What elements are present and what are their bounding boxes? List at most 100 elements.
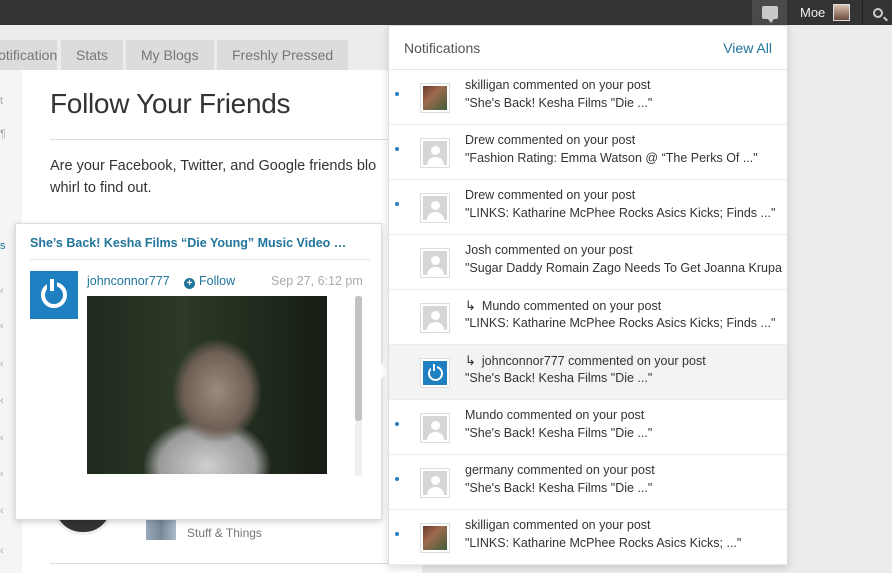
notification-item[interactable]: Mundo commented on your post "She's Back!… xyxy=(389,400,787,455)
notification-summary: Drew commented on your post xyxy=(465,133,635,147)
blog-name[interactable]: Stuff & Things xyxy=(187,526,262,540)
sidebar-fragment: ‹ xyxy=(0,285,4,297)
notification-text: Drew commented on your post xyxy=(465,188,636,202)
sidebar-fragment: ‹ xyxy=(0,505,4,517)
page-title: Follow Your Friends xyxy=(50,88,291,119)
intro-line-2: whirl to find out. xyxy=(50,180,152,196)
notifications-header: Notifications View All xyxy=(389,26,787,70)
notification-summary: ↳ johnconnor777 commented on your post xyxy=(465,353,706,369)
notification-post-title: "She's Back! Kesha Films "Die ..." xyxy=(465,371,653,385)
notification-item[interactable]: ↳ Mundo commented on your post "LINKS: Kat… xyxy=(389,290,787,345)
divider xyxy=(30,259,370,260)
notification-post-title: "LINKS: Katharine McPhee Rocks Asics Kic… xyxy=(465,536,742,550)
commenter-avatar[interactable] xyxy=(30,271,78,319)
divider xyxy=(50,139,390,140)
sidebar-fragment: t xyxy=(0,95,4,107)
notification-avatar xyxy=(420,303,450,333)
notification-text: Mundo commented on your post xyxy=(481,299,662,313)
notifications-panel: Notifications View All skilligan comment… xyxy=(388,25,788,565)
notification-summary: skilligan commented on your post xyxy=(465,78,651,92)
commenter-username[interactable]: johnconnor777 xyxy=(87,274,170,288)
post-title-link[interactable]: She’s Back! Kesha Films “Die Young” Musi… xyxy=(30,236,346,250)
comment-preview-card: She’s Back! Kesha Films “Die Young” Musi… xyxy=(15,223,382,520)
notification-item[interactable]: Drew commented on your post "LINKS: Katha… xyxy=(389,180,787,235)
notification-post-title: "She's Back! Kesha Films "Die ..." xyxy=(465,96,653,110)
notification-post-title: "She's Back! Kesha Films "Die ..." xyxy=(465,481,653,495)
scrollbar[interactable] xyxy=(355,296,362,476)
notification-post-title: "LINKS: Katharine McPhee Rocks Asics Kic… xyxy=(465,206,776,220)
plus-icon: + xyxy=(184,278,195,289)
unread-dot-icon xyxy=(395,147,399,151)
notification-text: germany commented on your post xyxy=(465,463,655,477)
tab-notifications[interactable]: Notifications xyxy=(0,40,57,70)
unread-dot-icon xyxy=(395,422,399,426)
blog-thumbnail xyxy=(146,520,176,540)
notification-avatar xyxy=(420,413,450,443)
user-name: Moe xyxy=(800,5,826,20)
notification-avatar xyxy=(420,248,450,278)
notifications-title: Notifications xyxy=(404,40,481,56)
sidebar-fragment: ‹ xyxy=(0,468,4,480)
notification-summary: Drew commented on your post xyxy=(465,188,635,202)
notification-post-title: "LINKS: Katharine McPhee Rocks Asics Kic… xyxy=(465,316,776,330)
tab-stats[interactable]: Stats xyxy=(61,40,123,70)
notification-avatar xyxy=(420,523,450,553)
user-menu[interactable]: Moe xyxy=(790,0,860,25)
comment-image xyxy=(87,296,327,474)
notification-text: skilligan commented on your post xyxy=(465,78,651,92)
notification-summary: skilligan commented on your post xyxy=(465,518,651,532)
notification-text: skilligan commented on your post xyxy=(465,518,651,532)
notification-post-title: "She's Back! Kesha Films "Die ..." xyxy=(465,426,653,440)
comment-bubble-icon xyxy=(761,6,778,23)
sidebar-fragment: ‹ xyxy=(0,358,4,370)
sidebar-fragment: ‹ xyxy=(0,432,4,444)
notifications-button[interactable] xyxy=(752,0,787,25)
sidebar-fragment: ¶ xyxy=(0,128,6,140)
follow-label: Follow xyxy=(199,274,236,288)
notification-avatar xyxy=(420,468,450,498)
unread-dot-icon xyxy=(395,532,399,536)
notification-summary: Mundo commented on your post xyxy=(465,408,644,422)
divider xyxy=(50,563,390,564)
user-avatar xyxy=(833,4,851,21)
notification-text: Drew commented on your post xyxy=(465,133,636,147)
notification-item[interactable]: ↳ johnconnor777 commented on your post "Sh… xyxy=(389,345,787,400)
search-icon xyxy=(872,7,883,18)
unread-dot-icon xyxy=(395,477,399,481)
notification-summary: Josh commented on your post xyxy=(465,243,632,257)
notification-avatar xyxy=(420,358,450,388)
notification-text: Josh commented on your post xyxy=(465,243,633,257)
notification-post-title: "Sugar Daddy Romain Zago Needs To Get Jo… xyxy=(465,261,782,275)
notification-post-title: "Fashion Rating: Emma Watson @ “The Perk… xyxy=(465,151,758,165)
search-button[interactable] xyxy=(862,0,892,25)
reply-icon: ↳ xyxy=(465,353,476,368)
notification-avatar xyxy=(420,138,450,168)
notification-item[interactable]: Josh commented on your post "Sugar Daddy … xyxy=(389,235,787,290)
power-icon xyxy=(41,279,67,308)
notification-summary: germany commented on your post xyxy=(465,463,655,477)
follow-button[interactable]: + Follow xyxy=(184,274,235,289)
view-all-link[interactable]: View All xyxy=(723,40,772,56)
notification-avatar xyxy=(420,83,450,113)
notification-summary: ↳ Mundo commented on your post xyxy=(465,298,661,314)
tab-freshly-pressed[interactable]: Freshly Pressed xyxy=(217,40,349,70)
scrollbar-thumb[interactable] xyxy=(355,296,362,421)
sidebar-fragment: s xyxy=(0,240,6,252)
notification-text: Mundo commented on your post xyxy=(465,408,645,422)
notification-item[interactable]: germany commented on your post "She's Bac… xyxy=(389,455,787,510)
intro-line-1: Are your Facebook, Twitter, and Google f… xyxy=(50,158,377,174)
notification-item[interactable]: skilligan commented on your post "She's B… xyxy=(389,70,787,125)
comment-date: Sep 27, 6:12 pm xyxy=(271,274,363,288)
power-icon xyxy=(427,363,443,381)
notification-item[interactable]: Drew commented on your post "Fashion Rati… xyxy=(389,125,787,180)
unread-dot-icon xyxy=(395,202,399,206)
notification-item[interactable]: skilligan commented on your post "LINKS: … xyxy=(389,510,787,565)
sidebar-fragment: ‹ xyxy=(0,395,4,407)
reply-icon: ↳ xyxy=(465,298,476,313)
sidebar-fragment: ‹ xyxy=(0,320,4,332)
notification-avatar xyxy=(420,193,450,223)
unread-dot-icon xyxy=(395,92,399,96)
notification-text: johnconnor777 commented on your post xyxy=(481,354,706,368)
sidebar-fragment: ‹ xyxy=(0,545,4,557)
tab-my-blogs[interactable]: My Blogs xyxy=(126,40,214,70)
